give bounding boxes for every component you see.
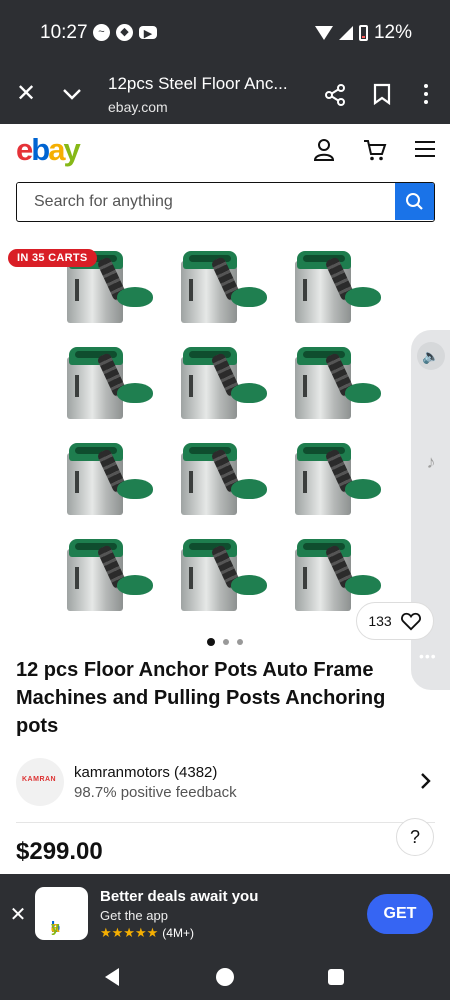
- messenger-icon: ~: [93, 24, 110, 41]
- ebay-app-icon: ebay: [35, 887, 88, 940]
- heart-icon: [400, 612, 421, 631]
- price: $299.00: [16, 838, 103, 865]
- back-icon[interactable]: [105, 968, 119, 986]
- close-tab-icon[interactable]: ✕: [14, 80, 38, 108]
- anchor-pot-image: [171, 335, 271, 425]
- anchor-pot-image: [171, 239, 271, 329]
- carousel-indicator: [0, 638, 450, 646]
- listing-title: 12 pcs Floor Anchor Pots Auto Frame Mach…: [16, 659, 386, 737]
- divider: [16, 822, 435, 823]
- help-button[interactable]: ?: [396, 818, 434, 856]
- youtube-icon: ▶: [139, 26, 157, 40]
- status-time: 10:27: [40, 22, 88, 43]
- page-title: 12pcs Steel Floor Anc...: [108, 74, 288, 93]
- system-status: 12%: [314, 22, 412, 44]
- page-url: ebay.com: [108, 99, 168, 115]
- site-header: ebay: [0, 124, 450, 178]
- rating-count: (4M+): [162, 926, 194, 940]
- get-app-button[interactable]: GET: [367, 894, 433, 934]
- cart-icon[interactable]: [363, 138, 387, 162]
- star-rating-icon: ★★★★★: [100, 925, 159, 940]
- seller-avatar[interactable]: [16, 758, 64, 806]
- search-button[interactable]: [395, 183, 434, 220]
- seller-name[interactable]: kamranmotors (4382): [74, 764, 217, 781]
- volume-icon[interactable]: 🔈: [417, 342, 445, 370]
- hamburger-menu-icon[interactable]: [415, 141, 435, 157]
- bookmark-icon[interactable]: [372, 83, 392, 105]
- overflow-menu-icon[interactable]: [417, 82, 435, 106]
- anchor-pot-image: [57, 527, 157, 617]
- chevron-right-icon[interactable]: [420, 772, 432, 790]
- browser-toolbar: ✕ 12pcs Steel Floor Anc... ebay.com: [0, 64, 450, 124]
- anchor-pot-image: [285, 239, 385, 329]
- banner-subtitle: Get the app: [100, 908, 168, 923]
- carousel-dot[interactable]: [237, 639, 243, 645]
- product-gallery[interactable]: IN 35 CARTS: [0, 239, 450, 627]
- search-bar: [16, 182, 435, 222]
- carousel-dot[interactable]: [223, 639, 229, 645]
- notification-icons: ~ ◆ ▶: [93, 24, 157, 41]
- product-image[interactable]: [45, 239, 405, 627]
- share-icon[interactable]: [323, 83, 347, 107]
- close-banner-icon[interactable]: ✕: [8, 902, 28, 927]
- cell-signal-icon: [338, 26, 353, 40]
- anchor-pot-image: [171, 431, 271, 521]
- carts-badge: IN 35 CARTS: [8, 249, 97, 267]
- chevron-down-icon[interactable]: [60, 82, 84, 106]
- anchor-pot-image: [285, 335, 385, 425]
- search-icon: [406, 193, 423, 210]
- status-bar: 10:27 ~ ◆ ▶ 12%: [0, 0, 450, 64]
- wifi-icon: [314, 26, 333, 40]
- anchor-pot-image: [285, 431, 385, 521]
- app-rating: ★★★★★ (4M+): [100, 925, 194, 941]
- ebay-logo[interactable]: ebay: [16, 132, 81, 168]
- anchor-pot-image: [57, 431, 157, 521]
- anchor-pot-image: [171, 527, 271, 617]
- watch-count: 133: [368, 613, 392, 629]
- seller-feedback: 98.7% positive feedback: [74, 784, 237, 801]
- watch-button[interactable]: 133: [356, 602, 434, 640]
- battery-percent: 12%: [373, 22, 412, 43]
- music-note-icon[interactable]: ♪: [417, 448, 445, 476]
- anchor-pot-image: [57, 335, 157, 425]
- carousel-dot[interactable]: [207, 638, 215, 646]
- app-banner: ✕ ebay Better deals await you Get the ap…: [0, 874, 450, 954]
- tidal-icon: ◆: [116, 24, 133, 41]
- seller-info[interactable]: kamranmotors (4382) 98.7% positive feedb…: [16, 756, 435, 808]
- system-nav-bar: [0, 954, 450, 1000]
- home-icon[interactable]: [216, 968, 234, 986]
- search-input[interactable]: [17, 183, 395, 220]
- battery-icon: [358, 25, 368, 41]
- account-icon[interactable]: [313, 138, 335, 162]
- recents-icon[interactable]: [328, 969, 344, 985]
- banner-headline: Better deals await you: [100, 888, 259, 905]
